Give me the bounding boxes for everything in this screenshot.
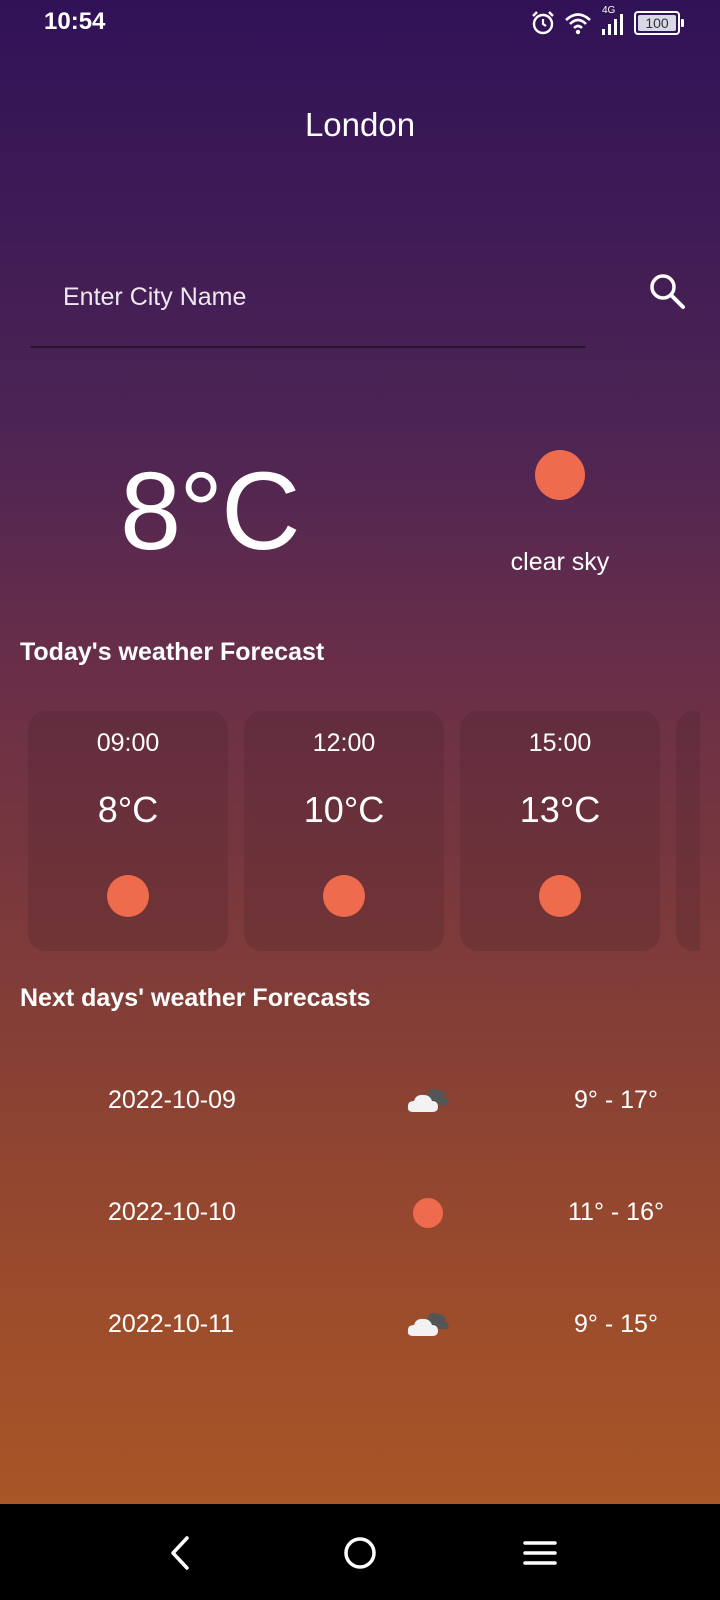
- battery-level: 100: [645, 15, 669, 31]
- sun-icon: [323, 875, 365, 917]
- sun-icon: [535, 450, 585, 500]
- battery-icon: 100: [634, 11, 684, 35]
- forecast-temperature: 8°C: [97, 789, 159, 830]
- forecast-time: 09:00: [96, 729, 160, 757]
- city-search-input[interactable]: [30, 266, 586, 348]
- next-days-forecast-heading: Next days' weather Forecasts: [20, 984, 371, 1012]
- current-temperature: 8°C: [120, 450, 301, 573]
- alarm-icon: [532, 11, 554, 35]
- sun-icon: [107, 875, 149, 917]
- forecast-time: 15:00: [528, 729, 592, 757]
- status-time: 10:54: [44, 8, 106, 35]
- forecast-date: 2022-10-10: [108, 1198, 236, 1226]
- hourly-forecast-list[interactable]: 09:00 8°C 12:00 10°C 15:00 13°C: [28, 711, 700, 951]
- forecast-date: 2022-10-11: [108, 1310, 235, 1338]
- status-bar: 10:54 4G 100: [0, 0, 720, 46]
- signal-icon: 4G: [600, 5, 626, 37]
- weather-screen: 10:54 4G 100 London Enter City Name 8°C …: [0, 0, 720, 1504]
- menu-icon[interactable]: [515, 1528, 565, 1578]
- today-forecast-heading: Today's weather Forecast: [20, 638, 325, 666]
- daily-forecast-row: 2022-10-09 9° - 17°: [0, 1072, 720, 1132]
- hourly-forecast-card-partial[interactable]: [676, 711, 700, 951]
- forecast-date: 2022-10-09: [108, 1086, 236, 1114]
- sun-icon: [539, 875, 581, 917]
- hourly-forecast-card[interactable]: 12:00 10°C: [244, 711, 444, 951]
- home-icon[interactable]: [335, 1528, 385, 1578]
- hourly-forecast-card[interactable]: 09:00 8°C: [28, 711, 228, 951]
- cloud-icon: [407, 1088, 449, 1112]
- cloud-icon: [407, 1312, 449, 1336]
- wifi-icon: [565, 13, 591, 35]
- temperature-range: 9° - 17°: [574, 1086, 658, 1114]
- weather-description: clear sky: [510, 548, 610, 576]
- sun-icon: [413, 1198, 443, 1228]
- back-icon[interactable]: [155, 1528, 205, 1578]
- temperature-range: 9° - 15°: [574, 1310, 658, 1338]
- forecast-temperature: 10°C: [303, 789, 385, 830]
- forecast-temperature: 13°C: [519, 789, 601, 830]
- status-icons: 4G 100: [530, 5, 684, 38]
- daily-forecast-row: 2022-10-10 11° - 16°: [0, 1184, 720, 1244]
- city-title: London: [304, 106, 416, 143]
- temperature-range: 11° - 16°: [568, 1198, 664, 1226]
- search-icon[interactable]: [646, 270, 690, 314]
- daily-forecast-row: 2022-10-11 9° - 15°: [0, 1296, 720, 1356]
- hourly-forecast-card[interactable]: 15:00 13°C: [460, 711, 660, 951]
- forecast-time: 12:00: [312, 729, 376, 757]
- navigation-bar: [0, 1504, 720, 1600]
